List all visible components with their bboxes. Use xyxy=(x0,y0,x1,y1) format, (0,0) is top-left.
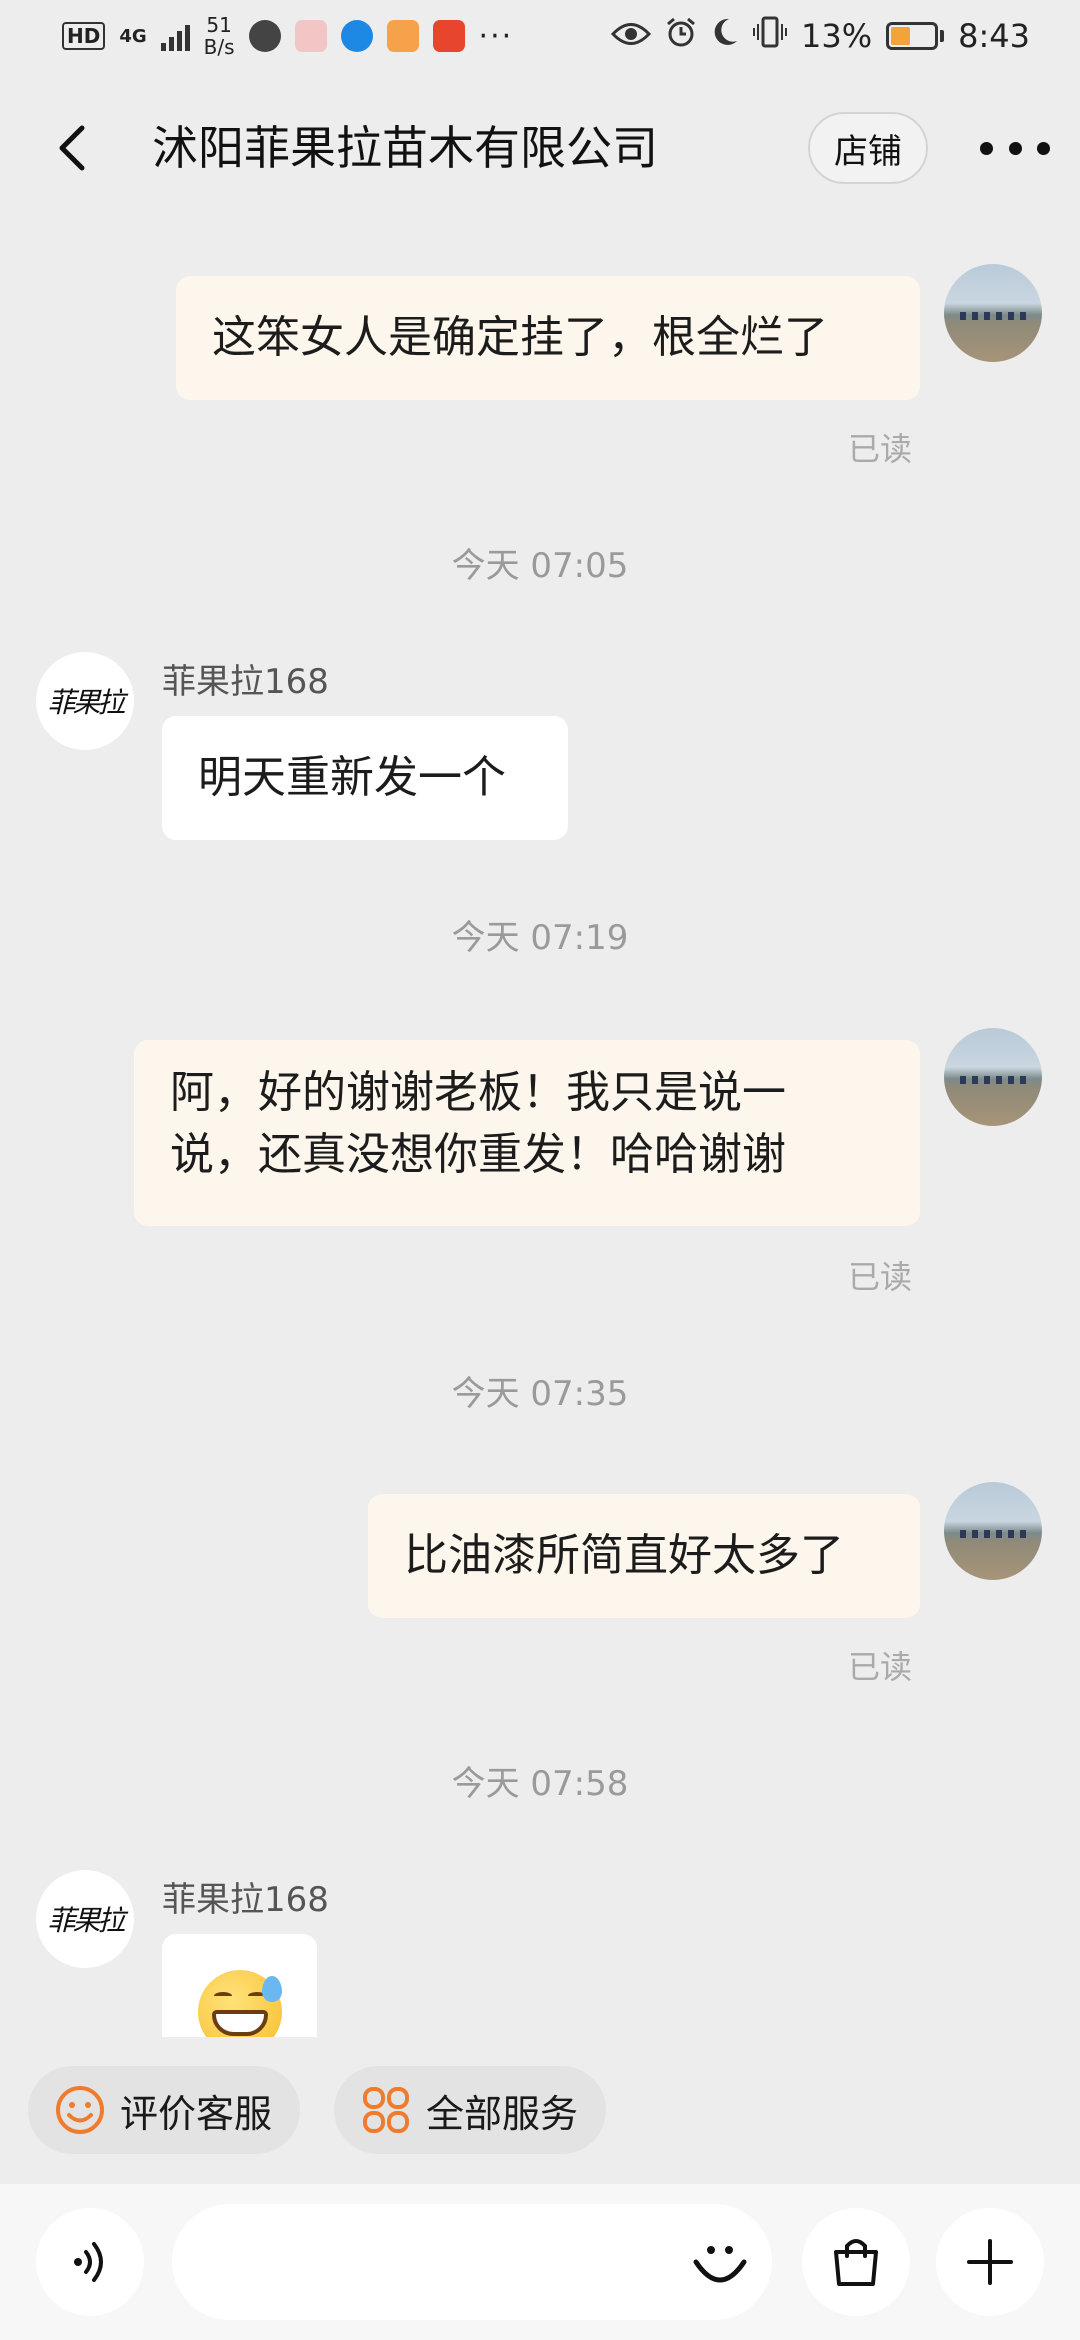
vibrate-icon xyxy=(753,16,788,56)
incoming-emoji-message[interactable] xyxy=(162,1934,317,2037)
chat-header: 沭阳菲果拉苗木有限公司 店铺 xyxy=(0,100,1080,196)
outgoing-message[interactable]: 比油漆所简直好太多了 xyxy=(368,1494,920,1618)
signal-icon xyxy=(160,21,190,51)
more-actions-button[interactable] xyxy=(936,2208,1044,2316)
status-bar-left: HD 4G 51 B/s ··· xyxy=(62,14,513,58)
battery-percent: 13% xyxy=(801,17,873,55)
seller-avatar[interactable]: 菲果拉 xyxy=(36,652,134,750)
alarm-icon xyxy=(665,16,697,56)
shop-app-icon xyxy=(294,20,327,52)
voice-icon xyxy=(74,2242,103,2282)
message-line: 阿，好的谢谢老板！我只是说一 xyxy=(170,1067,786,1118)
my-avatar[interactable] xyxy=(944,1482,1042,1580)
seller-avatar[interactable]: 菲果拉 xyxy=(36,1870,134,1968)
all-services-label: 全部服务 xyxy=(426,2091,579,2136)
speed-unit: B/s xyxy=(203,35,235,59)
sender-name: 菲果拉168 xyxy=(162,662,329,702)
clock: 8:43 xyxy=(958,17,1030,55)
back-button[interactable] xyxy=(50,122,100,174)
battery-icon xyxy=(886,22,945,50)
message-input[interactable] xyxy=(172,2204,772,2320)
more-notifications-icon: ··· xyxy=(478,18,514,54)
status-bar-right: 13% 8:43 xyxy=(610,16,1030,56)
network-speed: 51 B/s xyxy=(204,14,235,58)
outgoing-message[interactable]: 阿，好的谢谢老板！我只是说一 说，还真没想你重发！哈哈谢谢 xyxy=(134,1040,920,1226)
health-app-icon xyxy=(386,20,419,52)
timestamp: 今天 07:19 xyxy=(451,918,629,958)
browser-icon xyxy=(248,20,281,52)
red-app-icon xyxy=(432,20,465,52)
sender-name: 菲果拉168 xyxy=(162,1880,329,1920)
moon-icon xyxy=(711,17,739,55)
shopping-bag-icon xyxy=(834,2239,878,2286)
timestamp: 今天 07:05 xyxy=(451,546,629,586)
speed-value: 51 xyxy=(206,13,232,37)
my-avatar[interactable] xyxy=(944,1028,1042,1126)
outgoing-message[interactable]: 这笨女人是确定挂了，根全烂了 xyxy=(176,276,920,400)
read-status: 已读 xyxy=(848,430,913,468)
voice-button[interactable] xyxy=(36,2208,144,2316)
message-line: 说，还真没想你重发！哈哈谢谢 xyxy=(170,1129,786,1180)
incoming-message[interactable]: 明天重新发一个 xyxy=(162,716,568,840)
edge-icon xyxy=(340,20,373,52)
more-options-icon[interactable] xyxy=(980,130,1050,166)
status-bar: HD 4G 51 B/s ··· 13% 8:43 xyxy=(0,0,1080,72)
eye-icon xyxy=(610,17,652,55)
timestamp: 今天 07:35 xyxy=(451,1374,629,1414)
grid-icon xyxy=(363,2087,409,2133)
read-status: 已读 xyxy=(848,1258,913,1296)
rate-service-label: 评价客服 xyxy=(120,2091,273,2136)
read-status: 已读 xyxy=(848,1648,913,1686)
smiley-icon xyxy=(56,2086,104,2134)
input-bar xyxy=(0,2184,1080,2340)
grinning-sweat-emoji xyxy=(198,1970,282,2037)
all-services-button[interactable]: 全部服务 xyxy=(334,2066,607,2154)
emoji-icon[interactable] xyxy=(690,2232,750,2292)
page-title: 沭阳菲果拉苗木有限公司 xyxy=(152,121,658,175)
rate-service-button[interactable]: 评价客服 xyxy=(28,2066,301,2154)
network-type: 4G xyxy=(119,25,147,47)
plus-icon xyxy=(967,2239,1013,2285)
back-arrow-icon xyxy=(59,125,85,171)
my-avatar[interactable] xyxy=(944,264,1042,362)
timestamp: 今天 07:58 xyxy=(451,1764,629,1804)
product-button[interactable] xyxy=(802,2208,910,2316)
hd-badge: HD xyxy=(62,22,106,50)
shop-button[interactable]: 店铺 xyxy=(808,112,928,184)
